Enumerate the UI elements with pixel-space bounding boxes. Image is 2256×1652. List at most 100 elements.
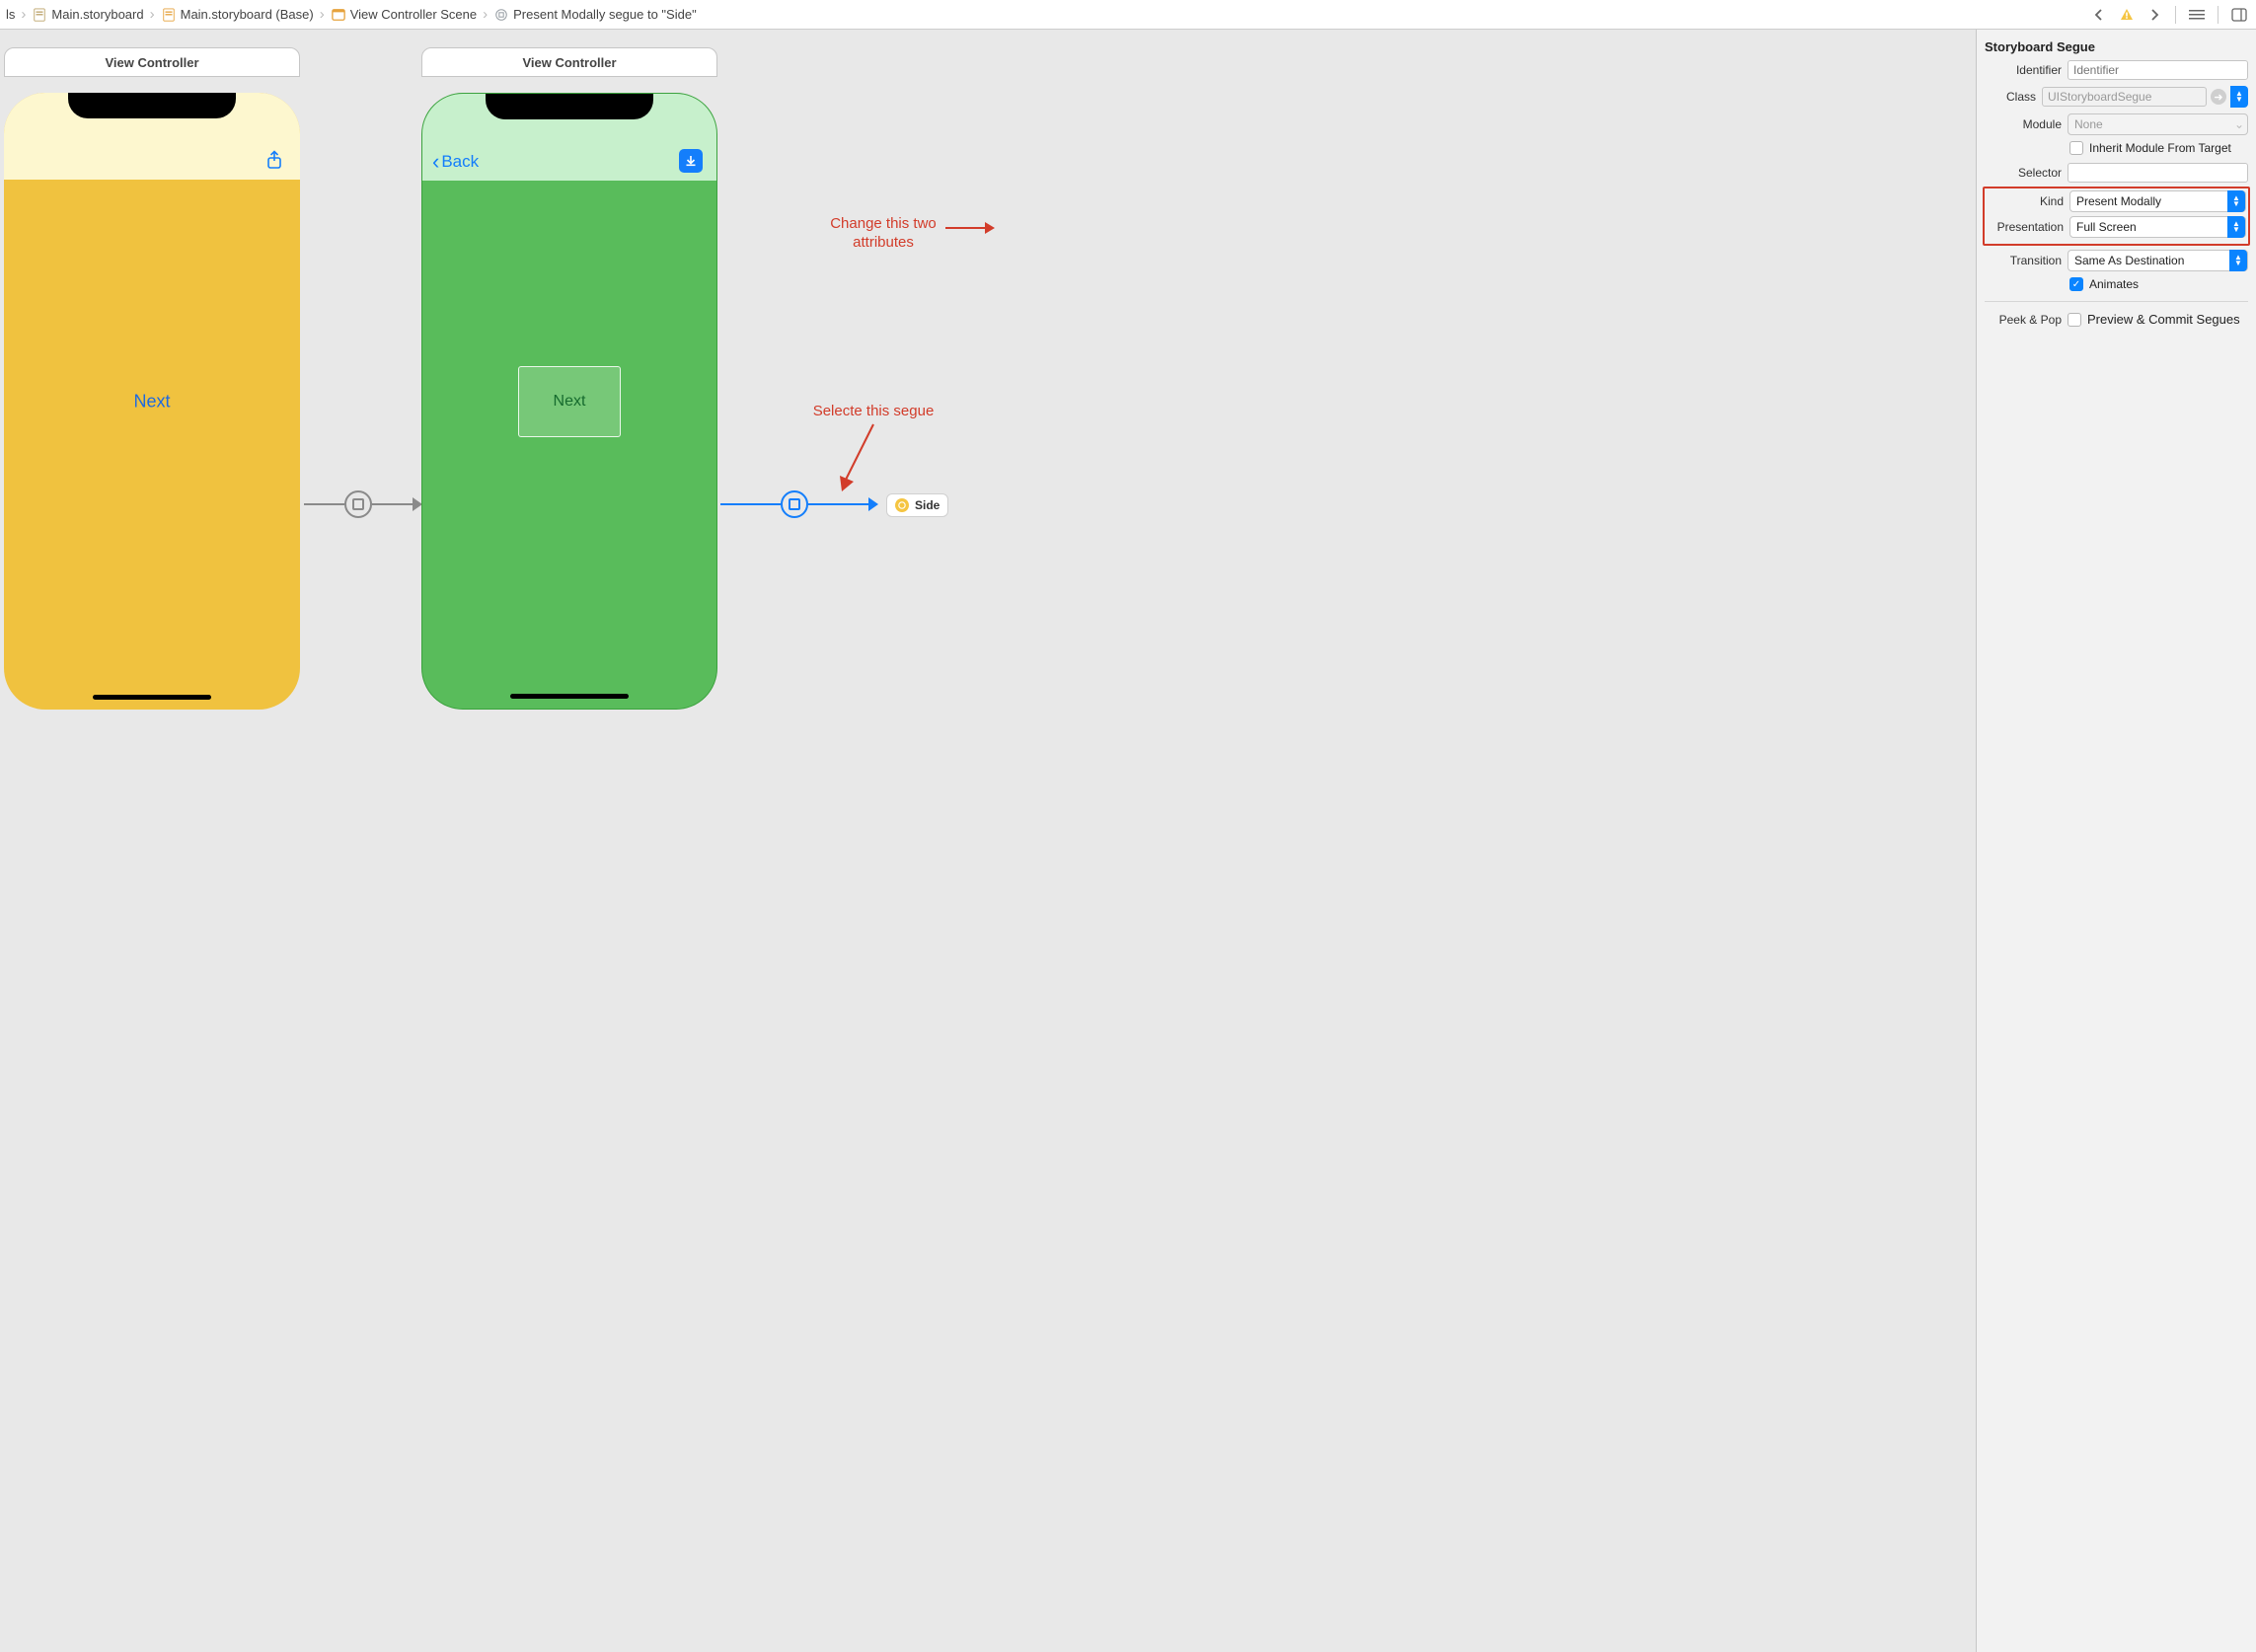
chevron-right-icon: › <box>146 6 159 23</box>
next-button[interactable]: Next <box>554 393 586 411</box>
chevron-down-icon: ▼ <box>2234 260 2242 267</box>
annotation-select-segue: Selecte this segue <box>790 403 957 421</box>
class-label: Class <box>1985 90 2036 104</box>
annotation-arrow-icon <box>834 422 883 493</box>
annotation-change-attrs: Change this two attributes <box>814 215 952 253</box>
storyboard-canvas[interactable]: View Controller Next View Controller <box>0 30 1976 1652</box>
breadcrumb-item[interactable]: Present Modally segue to "Side" <box>493 7 697 23</box>
breadcrumb-item[interactable]: Main.storyboard (Base) <box>161 7 314 23</box>
segue-icon <box>493 7 509 23</box>
scene-title[interactable]: View Controller <box>421 47 717 77</box>
inspector-body: Storyboard Segue Identifier Class ➜ ▲ ▼ … <box>1977 30 2256 1652</box>
storyboard-file-icon <box>161 7 177 23</box>
annotation-highlight: Kind Present Modally ▲ ▼ Presentation <box>1983 187 2250 246</box>
segue-present-modally-selected[interactable] <box>720 503 878 505</box>
view-controller-scene-2[interactable]: View Controller ‹ Back Next <box>421 47 717 710</box>
transition-select[interactable]: Same As Destination ▲ ▼ <box>2068 250 2248 271</box>
peek-pop-checkbox[interactable] <box>2068 313 2081 327</box>
peek-pop-label: Peek & Pop <box>1985 313 2062 327</box>
nav-bar: ‹ Back <box>422 94 716 181</box>
history-forward-button[interactable] <box>2143 5 2165 25</box>
animates-row: ✓ Animates <box>2069 277 2248 291</box>
select-stepper: ▲ ▼ <box>2227 216 2245 238</box>
identifier-label: Identifier <box>1985 63 2062 77</box>
jump-to-class-button[interactable]: ➜ <box>2211 89 2226 105</box>
device-frame: ‹ Back Next <box>421 93 717 710</box>
module-label: Module <box>1985 117 2062 131</box>
scene-icon <box>331 7 346 23</box>
chevron-right-icon: › <box>316 6 329 23</box>
peek-pop-value-label: Preview & Commit Segues <box>2087 312 2240 327</box>
class-input[interactable] <box>2042 87 2207 107</box>
chevron-down-icon: ⌄ <box>2231 117 2247 131</box>
toolbar-separator <box>2175 6 2176 24</box>
device-frame: Next <box>4 93 300 710</box>
issues-button[interactable] <box>2116 5 2138 25</box>
select-stepper: ▲ ▼ <box>2227 190 2245 212</box>
segue-node-icon <box>344 490 372 518</box>
module-row: Module None ⌄ <box>1985 113 2248 135</box>
breadcrumb-item[interactable]: View Controller Scene <box>331 7 477 23</box>
history-back-button[interactable] <box>2088 5 2110 25</box>
view-controller-scene-1[interactable]: View Controller Next <box>4 47 300 710</box>
inspector-section-title: Storyboard Segue <box>1985 38 2248 60</box>
breadcrumb-label: View Controller Scene <box>350 7 477 22</box>
storyboard-reference-label: Side <box>915 498 940 512</box>
identifier-row: Identifier <box>1985 60 2248 80</box>
scene-title[interactable]: View Controller <box>4 47 300 77</box>
peek-pop-row: Peek & Pop Preview & Commit Segues <box>1985 312 2248 327</box>
download-icon[interactable] <box>679 149 703 173</box>
presentation-select[interactable]: Full Screen ▲ ▼ <box>2069 216 2246 238</box>
segue-show[interactable] <box>304 503 422 505</box>
home-indicator <box>510 694 629 699</box>
home-indicator <box>93 695 211 700</box>
select-stepper: ▲ ▼ <box>2229 250 2247 271</box>
selector-input[interactable] <box>2068 163 2248 183</box>
breadcrumb-item[interactable]: Main.storyboard <box>32 7 143 23</box>
chevron-down-icon: ▼ <box>2235 96 2243 104</box>
chevron-right-icon: › <box>479 6 491 23</box>
animates-checkbox[interactable]: ✓ <box>2069 277 2083 291</box>
presentation-label: Presentation <box>1987 220 2064 234</box>
toolbar-right <box>2088 5 2250 25</box>
selector-row: Selector <box>1985 163 2248 183</box>
breadcrumb-item[interactable]: ls <box>6 7 15 22</box>
chevron-down-icon: ▼ <box>2232 200 2240 208</box>
separator <box>1985 301 2248 302</box>
identifier-input[interactable] <box>2068 60 2248 80</box>
breadcrumb-label: Main.storyboard <box>51 7 143 22</box>
arrowhead-icon <box>868 497 878 511</box>
storyboard-file-icon <box>32 7 47 23</box>
inherit-module-checkbox[interactable] <box>2069 141 2083 155</box>
adjust-editor-button[interactable] <box>2228 5 2250 25</box>
inherit-module-row: Inherit Module From Target <box>2069 141 2248 155</box>
back-button[interactable]: ‹ Back <box>432 151 479 173</box>
chevron-right-icon: › <box>17 6 30 23</box>
kind-select[interactable]: Present Modally ▲ ▼ <box>2069 190 2246 212</box>
class-row: Class ➜ ▲ ▼ <box>1985 86 2248 108</box>
selector-label: Selector <box>1985 166 2062 180</box>
chevron-down-icon: ▼ <box>2232 226 2240 234</box>
module-select[interactable]: None ⌄ <box>2068 113 2248 135</box>
breadcrumb-bar: ls › Main.storyboard › Main.storyboard (… <box>0 0 2256 30</box>
device-notch <box>486 93 653 119</box>
storyboard-reference-side[interactable]: Side <box>886 493 948 517</box>
inspector-panel: ? Storyboard Segue Identifier Class ➜ <box>1976 0 2256 1652</box>
next-button[interactable]: Next <box>133 391 170 412</box>
presentation-row: Presentation Full Screen ▲ ▼ <box>1987 216 2246 238</box>
storyboard-ref-icon <box>895 498 909 512</box>
class-stepper[interactable]: ▲ ▼ <box>2230 86 2248 108</box>
kind-label: Kind <box>1987 194 2064 208</box>
inherit-module-label: Inherit Module From Target <box>2089 141 2231 155</box>
container-view[interactable]: Next <box>518 366 621 437</box>
share-icon[interactable] <box>263 148 286 172</box>
chevron-left-icon: ‹ <box>432 151 439 173</box>
animates-label: Animates <box>2089 277 2139 291</box>
back-label: Back <box>441 152 479 172</box>
breadcrumb-label: Present Modally segue to "Side" <box>513 7 697 22</box>
nav-bar <box>4 93 300 180</box>
outline-toggle-button[interactable] <box>2186 5 2208 25</box>
kind-row: Kind Present Modally ▲ ▼ <box>1987 190 2246 212</box>
breadcrumb: ls › Main.storyboard › Main.storyboard (… <box>6 6 2084 23</box>
segue-node-icon <box>781 490 808 518</box>
